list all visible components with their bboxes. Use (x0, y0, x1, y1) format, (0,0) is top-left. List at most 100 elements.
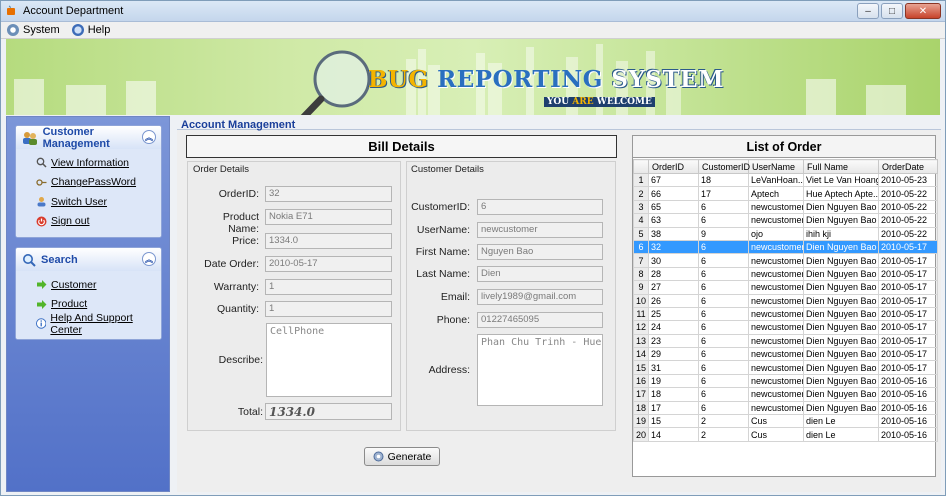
last-name-label: Last Name: (416, 268, 470, 280)
table-row[interactable]: 12 24 6 newcustomer Dien Nguyen Bao 2010-05-1… (633, 320, 938, 335)
table-row[interactable]: 7 30 6 newcustomer Dien Nguyen Bao 2010-05-17 (633, 253, 938, 268)
customer-id-field[interactable]: 6 (477, 199, 603, 215)
table-cell: 2010-05-17 (878, 280, 938, 295)
table-cell: 66 (648, 186, 699, 201)
customer-id-label: CustomerID: (411, 201, 470, 213)
maximize-button[interactable]: □ (881, 3, 903, 19)
sidebar-item-view-information[interactable]: View Information (36, 153, 161, 173)
table-cell: 6 (698, 347, 749, 362)
menu-help-label: Help (87, 24, 111, 36)
column-header[interactable]: OrderID (648, 159, 699, 174)
table-row[interactable]: 13 23 6 newcustomer Dien Nguyen Bao 2010-05-1… (633, 333, 938, 349)
sidebar-item-change-password[interactable]: ChangePassWord (36, 173, 161, 193)
row-number: 19 (633, 414, 649, 429)
order-list-panel: List of Order OrderID CustomerID UserName F… (632, 135, 938, 477)
address-textarea[interactable]: Phan Chu Trinh - Hue (477, 334, 603, 406)
row-number: 9 (633, 280, 649, 295)
table-cell: 6 (698, 400, 749, 416)
sign-out-label: Sign out (51, 215, 90, 228)
close-button[interactable]: ✕ (905, 3, 941, 19)
table-cell: 65 (648, 199, 699, 215)
describe-textarea[interactable]: CellPhone (266, 323, 392, 397)
sidebar-item-switch-user[interactable]: Switch User (36, 192, 161, 212)
product-name-field[interactable]: Nokia E71 (265, 209, 392, 225)
quantity-field[interactable]: 1 (265, 301, 392, 317)
sidebar-item-customer[interactable]: Customer (36, 275, 161, 295)
minimize-button[interactable]: – (857, 3, 879, 19)
email-field[interactable]: lively1989@gmail.com (477, 289, 603, 305)
table-cell: 2010-05-22 (878, 199, 938, 215)
table-cell: newcustomer (748, 347, 804, 362)
table-row[interactable]: 6 32 6 newcustomer Dien Nguyen Bao 2010-05-17 (633, 239, 938, 255)
price-field[interactable]: 1334.0 (265, 233, 392, 249)
table-row[interactable]: 3 65 6 newcustomer Dien Nguyen Bao 2010-05-22 (633, 199, 938, 215)
table-row[interactable]: 14 29 6 newcustomer Dien Nguyen Bao 2010-05-1… (633, 347, 938, 362)
table-cell: dien Le (803, 427, 879, 442)
table-row[interactable]: 19 15 2 Cus dien Le 2010-05-16 (633, 414, 938, 429)
table-row[interactable]: 16 19 6 newcustomer Dien Nguyen Bao 2010-05-1… (633, 373, 938, 389)
column-header[interactable]: Full Name (803, 159, 879, 174)
table-row[interactable]: 17 18 6 newcustomer Dien Nguyen Bao 2010-05-1… (633, 387, 938, 402)
table-cell: 6 (698, 293, 749, 308)
table-cell: 15 (648, 414, 699, 429)
table-cell: Dien Nguyen Bao (803, 266, 879, 282)
phone-field[interactable]: 01227465095 (477, 312, 603, 328)
column-header[interactable]: CustomerID (698, 159, 750, 174)
customer-management-header[interactable]: Customer Management ︽ (16, 126, 161, 150)
table-cell: 2010-05-16 (878, 387, 938, 402)
menu-help[interactable]: Help (71, 24, 111, 36)
table-cell: newcustomer (748, 360, 804, 375)
row-number: 8 (633, 266, 649, 282)
date-order-field[interactable]: 2010-05-17 (265, 256, 392, 272)
banner-title-bug: BUG (368, 66, 429, 93)
last-name-field[interactable]: Dien (477, 266, 603, 282)
help-icon (71, 24, 84, 36)
table-cell: Dien Nguyen Bao (803, 306, 879, 322)
table-cell: Viet Le Van Hoang (803, 172, 879, 188)
table-row[interactable]: 8 28 6 newcustomer Dien Nguyen Bao 2010-05-17 (633, 266, 938, 282)
sidebar-item-sign-out[interactable]: Sign out (36, 212, 161, 232)
warranty-field[interactable]: 1 (265, 279, 392, 295)
table-row[interactable]: 20 14 2 Cus dien Le 2010-05-16 (633, 427, 938, 442)
column-header[interactable] (633, 159, 649, 174)
table-cell: Dien Nguyen Bao (803, 293, 879, 308)
row-number: 4 (633, 213, 649, 228)
table-cell: 18 (648, 387, 699, 402)
table-row[interactable]: 5 38 9 ojo ihih kji 2010-05-22 (633, 226, 938, 241)
table-cell: newcustomer (748, 400, 804, 416)
menu-system[interactable]: System (7, 24, 60, 36)
generate-button[interactable]: Generate (364, 447, 440, 466)
table-row[interactable]: 2 66 17 Aptech Hue Aptech Apte... 2010-05-22 (633, 186, 938, 201)
table-row[interactable]: 18 17 6 newcustomer Dien Nguyen Bao 2010-05-1… (633, 400, 938, 416)
table-cell: 17 (698, 186, 749, 201)
collapse-icon[interactable]: ︽ (142, 252, 156, 266)
table-row[interactable]: 15 31 6 newcustomer Dien Nguyen Bao 2010-05-1… (633, 360, 938, 375)
order-id-field[interactable]: 32 (265, 186, 392, 202)
table-cell: 2010-05-23 (878, 172, 938, 188)
first-name-field[interactable]: Nguyen Bao (477, 244, 603, 260)
column-header[interactable]: UserName (748, 159, 804, 174)
table-cell: Hue Aptech Apte... (803, 186, 879, 201)
table-cell: newcustomer (748, 387, 804, 402)
table-cell: 6 (698, 253, 749, 268)
product-name-label: Product Name: (222, 211, 259, 235)
table-cell: 6 (698, 373, 749, 389)
sidebar-item-help-support[interactable]: Help And Support Center (36, 312, 161, 336)
column-header[interactable]: OrderDate (878, 159, 938, 174)
table-row[interactable]: 4 63 6 newcustomer Dien Nguyen Bao 2010-05-22 (633, 213, 938, 228)
table-cell: 6 (698, 213, 749, 228)
table-cell: Cus (748, 414, 804, 429)
info-icon (36, 318, 47, 329)
username-field[interactable]: newcustomer (477, 222, 603, 238)
table-cell: 19 (648, 373, 699, 389)
table-row[interactable]: 11 25 6 newcustomer Dien Nguyen Bao 2010-05-1… (633, 306, 938, 322)
table-cell: 2010-05-22 (878, 186, 938, 201)
table-row[interactable]: 1 67 18 LeVanHoan... Viet Le Van Hoang 2010-0… (633, 172, 938, 188)
table-row[interactable]: 10 26 6 newcustomer Dien Nguyen Bao 2010-05-1… (633, 293, 938, 308)
table-row[interactable]: 9 27 6 newcustomer Dien Nguyen Bao 2010-05-17 (633, 280, 938, 295)
search-header[interactable]: Search ︽ (16, 248, 161, 271)
table-cell: 32 (648, 239, 699, 255)
table-cell: 2010-05-17 (878, 266, 938, 282)
total-field: 1334.0 (265, 403, 392, 420)
collapse-icon[interactable]: ︽ (142, 130, 156, 144)
